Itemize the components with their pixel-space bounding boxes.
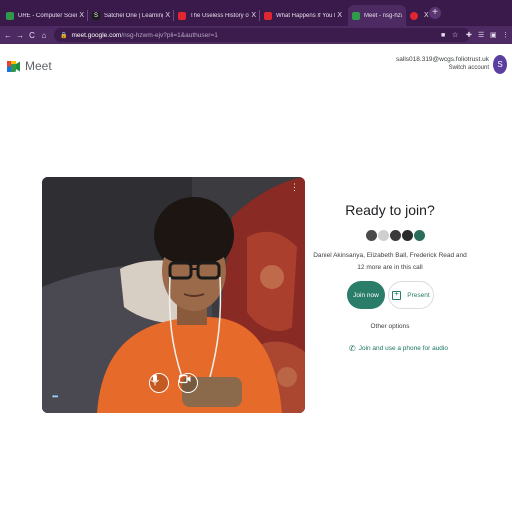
participant-avatar (366, 230, 377, 241)
tab-ure-computer-science[interactable]: URE - Computer Science X (2, 5, 88, 26)
more-options-icon[interactable]: ⋮ (290, 183, 299, 192)
browser-menu-icon[interactable]: ⋮ (502, 26, 509, 44)
tab-title: What Happens If You Pretend (276, 12, 335, 19)
url-path: /nsg-hzwm-ejv?pli=1&authuser=1 (121, 31, 218, 39)
tab-close-icon[interactable]: X (251, 12, 256, 19)
tab-title: The Useless History of Chairs (190, 12, 249, 19)
ready-to-join-heading: Ready to join? (345, 202, 435, 218)
sheet-favicon-icon (6, 11, 14, 20)
account-email: salls018.319@wcgs.foliotrust.uk (396, 56, 489, 63)
phone-icon: ✆ (349, 344, 356, 353)
camera-preview: ⋮ ••• (42, 177, 305, 413)
meet-logo-icon (7, 60, 20, 72)
camera-feed-image (42, 177, 305, 413)
cast-icon[interactable]: ■ (441, 26, 445, 44)
tab-what-happens-if-you-pretend[interactable]: What Happens If You Pretend X (260, 5, 346, 26)
audio-level-indicator: ••• (52, 392, 58, 401)
back-button[interactable]: ← (2, 31, 14, 40)
join-now-button[interactable]: Join now (347, 281, 385, 309)
satchel-favicon-icon: S (92, 11, 100, 20)
participants-in-call-text: Daniel Akinsanya, Elizabeth Ball, Freder… (313, 252, 467, 271)
join-with-phone-label: Join and use a phone for audio (358, 345, 448, 352)
bookmark-star-icon[interactable]: ☆ (452, 26, 458, 44)
browser-tab-strip: URE - Computer Science X S Satchel One |… (0, 0, 512, 26)
extensions-icon[interactable]: ✚ (466, 26, 472, 44)
youtube-favicon-icon (264, 11, 272, 20)
tab-title: URE - Computer Science (18, 12, 77, 19)
meet-logo[interactable]: Meet (7, 59, 52, 73)
avatar[interactable]: S (493, 55, 507, 74)
switch-account-link[interactable]: Switch account (396, 65, 489, 71)
profile-icon[interactable]: ▣ (490, 26, 497, 44)
video-camera-icon (179, 374, 191, 384)
tab-meet[interactable]: Meet - nsg-hzwm-ejv (348, 5, 406, 26)
camera-toggle-button[interactable] (178, 373, 198, 393)
reading-list-icon[interactable]: ☰ (478, 26, 484, 44)
reload-button[interactable]: C (26, 31, 38, 40)
participant-avatar (402, 230, 413, 241)
tab-close-icon[interactable]: X (424, 12, 429, 19)
meet-brand-text: Meet (25, 59, 52, 73)
account-info: salls018.319@wcgs.foliotrust.uk Switch a… (396, 56, 489, 71)
participant-avatar (390, 230, 401, 241)
microphone-icon (151, 374, 159, 386)
present-button[interactable]: Present (388, 281, 434, 309)
new-tab-button[interactable]: + (429, 7, 441, 19)
recording-favicon-icon (410, 11, 418, 20)
url-host: meet.google.com (71, 31, 122, 39)
youtube-favicon-icon (178, 11, 186, 20)
participant-avatars (366, 230, 426, 241)
tab-close-icon[interactable]: X (337, 12, 342, 19)
tab-close-icon[interactable]: X (165, 12, 170, 19)
meet-favicon-icon (352, 11, 360, 20)
tab-useless-history-of-chairs[interactable]: The Useless History of Chairs X (174, 5, 260, 26)
microphone-toggle-button[interactable] (149, 373, 169, 393)
tab-title: Satchel One | Learning platfor (104, 12, 164, 19)
tab-close-icon[interactable]: X (79, 12, 84, 19)
present-screen-icon (392, 289, 402, 300)
tab-satchel-one[interactable]: S Satchel One | Learning platfor X (88, 5, 174, 26)
participant-avatar (414, 230, 425, 241)
address-bar[interactable]: 🔒 meet.google.com/nsg-hzwm-ejv?pli=1&aut… (54, 28, 470, 42)
home-button[interactable]: ⌂ (38, 31, 50, 40)
present-button-label: Present (407, 291, 430, 299)
join-with-phone-link[interactable]: ✆ Join and use a phone for audio (349, 344, 448, 353)
lock-icon: 🔒 (60, 32, 68, 39)
tab-title: Meet - nsg-hzwm-ejv (364, 12, 402, 19)
forward-button[interactable]: → (14, 31, 26, 40)
other-options-heading: Other options (370, 323, 410, 330)
participant-avatar (378, 230, 389, 241)
tab-recording[interactable]: X (406, 5, 429, 26)
